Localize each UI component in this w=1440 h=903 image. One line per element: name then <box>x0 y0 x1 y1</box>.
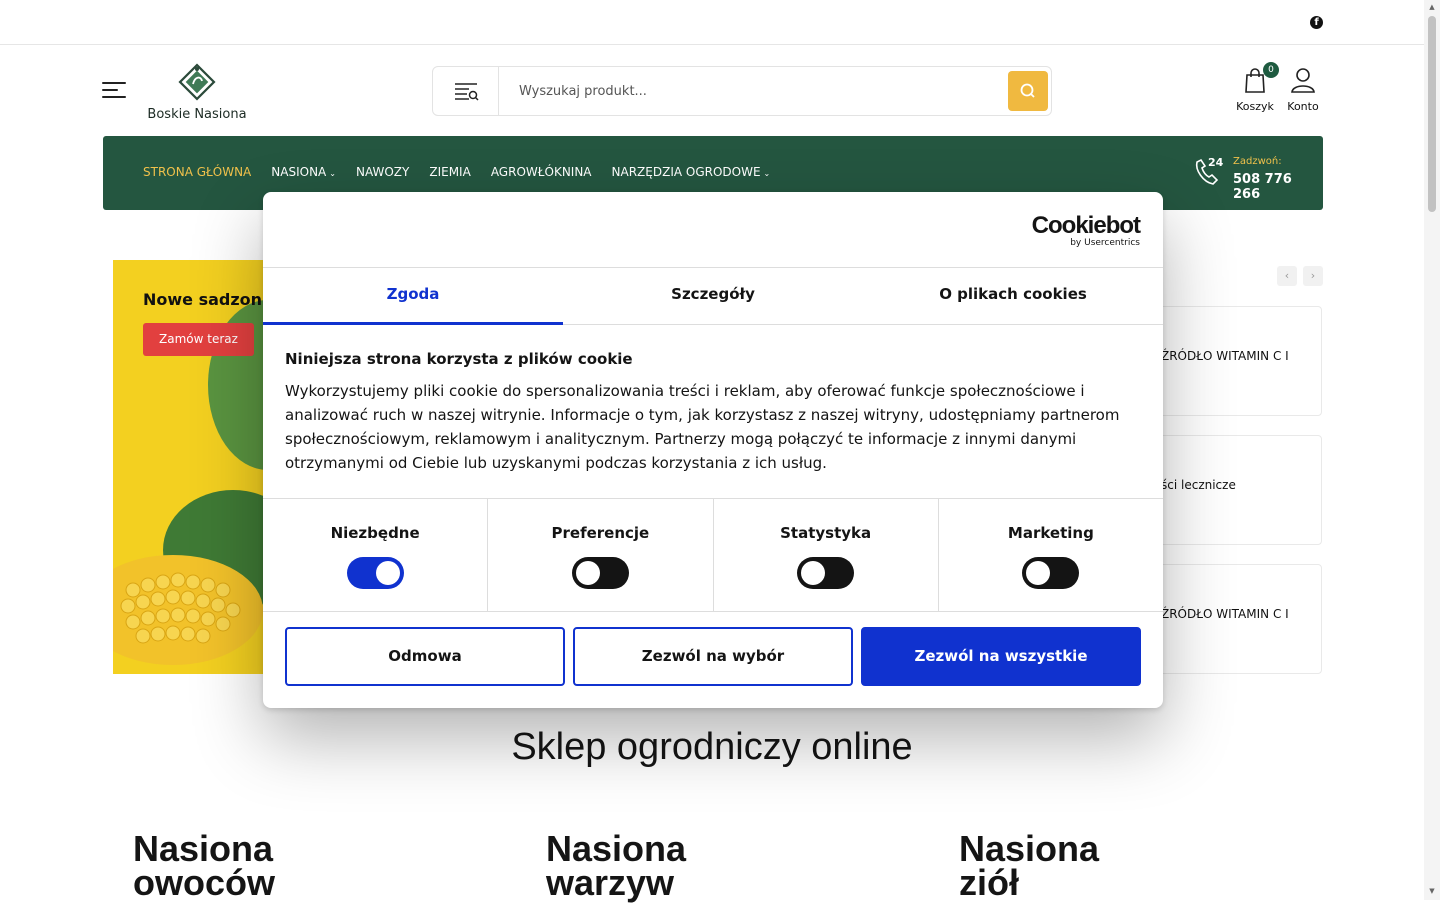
chevron-left-icon[interactable]: ‹ <box>1277 266 1297 286</box>
product-title: ŹRÓDŁO WITAMIN C I <box>1161 349 1289 363</box>
top-bar: f <box>0 0 1424 45</box>
nav-item-home[interactable]: STRONA GŁÓWNA <box>143 165 251 179</box>
page-scrollbar[interactable]: ▲ ▼ <box>1424 0 1440 900</box>
toggle-necessary: Niezbędne <box>263 499 489 611</box>
product-title: ści lecznicze <box>1161 478 1236 492</box>
cookie-consent-dialog: Cookiebot by Usercentrics Zgoda Szczegół… <box>263 192 1163 708</box>
phone-badge: 24 <box>1208 156 1224 169</box>
facebook-icon[interactable]: f <box>1310 16 1323 29</box>
allow-all-button[interactable]: Zezwól na wszystkie <box>861 627 1141 686</box>
nav-item-seeds[interactable]: NASIONA ⌄ <box>271 165 336 179</box>
logo-text: Boskie Nasiona <box>147 107 247 122</box>
cart-label: Koszyk <box>1236 100 1274 113</box>
allow-selection-button[interactable]: Zezwól na wybór <box>573 627 853 686</box>
consent-body: Wykorzystujemy pliki cookie do spersonal… <box>285 382 1120 472</box>
phone-24-icon: 24 <box>1195 156 1224 185</box>
category-filter-button[interactable] <box>433 67 499 115</box>
tab-about-cookies[interactable]: O plikach cookies <box>863 268 1163 324</box>
marketing-switch[interactable] <box>1022 557 1080 589</box>
logo-icon <box>178 63 216 101</box>
consent-tabs: Zgoda Szczegóły O plikach cookies <box>263 267 1163 325</box>
logo[interactable]: Boskie Nasiona <box>145 60 249 124</box>
scroll-up-icon[interactable]: ▲ <box>1428 3 1436 11</box>
user-icon <box>1291 68 1315 93</box>
tab-details[interactable]: Szczegóły <box>563 268 863 324</box>
filter-search-icon <box>455 83 479 101</box>
nav-item-soil[interactable]: ZIEMIA <box>429 165 470 179</box>
preferences-switch[interactable] <box>571 557 629 589</box>
account-label: Konto <box>1287 100 1319 113</box>
category-herb-seeds[interactable]: Nasiona ziół <box>959 831 1099 901</box>
scrollbar-thumb[interactable] <box>1428 16 1436 212</box>
product-title: ŹRÓDŁO WITAMIN C I <box>1161 607 1289 621</box>
slider-controls: ‹ › <box>1277 266 1323 286</box>
necessary-switch[interactable] <box>346 557 404 589</box>
category-fruit-seeds[interactable]: Nasiona owoców <box>133 831 275 901</box>
chevron-right-icon[interactable]: › <box>1303 266 1323 286</box>
cart-count-badge: 0 <box>1263 62 1279 78</box>
promo-banner: Nowe sadzonki Zamów teraz <box>113 260 263 674</box>
menu-icon[interactable] <box>102 82 126 100</box>
call-label: Zadzwoń: <box>1233 156 1282 167</box>
consent-heading: Niniejsza strona korzysta z plików cooki… <box>285 350 633 368</box>
deny-button[interactable]: Odmowa <box>285 627 565 686</box>
consent-buttons: Odmowa Zezwól na wybór Zezwól na wszystk… <box>285 627 1141 686</box>
toggle-preferences: Preferencje <box>488 499 714 611</box>
nav-item-fertilizers[interactable]: NAWOZY <box>356 165 409 179</box>
phone-contact[interactable]: Zadzwoń: 508 776 266 <box>1233 156 1323 202</box>
cart-button[interactable]: 0 Koszyk <box>1233 62 1279 114</box>
category-vegetable-seeds[interactable]: Nasiona warzyw <box>546 831 686 901</box>
nav-item-garden-tools[interactable]: NARZĘDZIA OGRODOWE ⌄ <box>612 165 771 179</box>
chevron-down-icon: ⌄ <box>329 169 336 178</box>
search-input[interactable] <box>519 79 999 103</box>
cookiebot-logo: Cookiebot by Usercentrics <box>1031 212 1141 249</box>
statistics-switch[interactable] <box>797 557 855 589</box>
toggle-statistics: Statystyka <box>714 499 939 611</box>
banner-title: Nowe sadzonki <box>143 290 263 309</box>
account-button[interactable]: Konto <box>1285 66 1321 114</box>
nav-item-agrofabric[interactable]: AGROWŁÓKNINA <box>491 165 592 179</box>
corn-image <box>113 555 263 665</box>
search-button[interactable] <box>1008 71 1048 111</box>
section-title: Sklep ogrodniczy online <box>511 726 913 768</box>
toggle-marketing: Marketing <box>939 499 1163 611</box>
search-bar <box>432 66 1052 116</box>
scroll-down-icon[interactable]: ▼ <box>1428 887 1436 895</box>
order-now-button[interactable]: Zamów teraz <box>143 323 254 356</box>
search-icon <box>1020 83 1035 98</box>
phone-number: 508 776 266 <box>1233 172 1292 202</box>
chevron-down-icon: ⌄ <box>763 169 771 178</box>
tab-consent[interactable]: Zgoda <box>263 268 563 325</box>
consent-toggles: Niezbędne Preferencje Statystyka Marketi… <box>263 498 1163 612</box>
